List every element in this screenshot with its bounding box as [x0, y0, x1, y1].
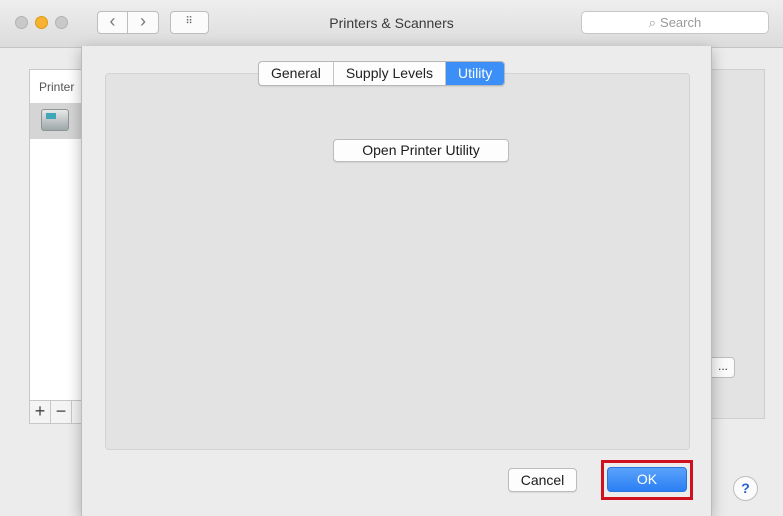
search-field[interactable]: ⌕ Search: [581, 11, 769, 34]
ok-button[interactable]: OK: [607, 467, 687, 492]
search-icon: ⌕: [648, 15, 657, 30]
printer-list-item[interactable]: [30, 103, 86, 139]
tab-bar: General Supply Levels Utility: [258, 61, 506, 86]
title-bar: ‹ › ⠿ Printers & Scanners ⌕ Search: [0, 0, 783, 48]
printer-list: Printer: [29, 69, 87, 424]
cancel-button[interactable]: Cancel: [508, 468, 577, 492]
add-printer-button[interactable]: +: [30, 401, 51, 423]
printer-icon: [41, 109, 69, 131]
printer-options-sheet: Open Printer Utility General Supply Leve…: [81, 46, 712, 516]
printer-list-header: Printer: [39, 80, 75, 94]
tab-utility[interactable]: Utility: [445, 62, 505, 85]
utility-tab-panel: Open Printer Utility: [105, 73, 690, 450]
tab-supply-levels[interactable]: Supply Levels: [334, 62, 446, 85]
help-button[interactable]: ?: [733, 476, 758, 501]
remove-printer-button[interactable]: −: [51, 401, 72, 423]
tab-general[interactable]: General: [259, 62, 334, 85]
search-placeholder: Search: [660, 15, 702, 30]
open-printer-utility-button[interactable]: Open Printer Utility: [333, 139, 509, 162]
printer-list-controls: + −: [29, 400, 87, 424]
